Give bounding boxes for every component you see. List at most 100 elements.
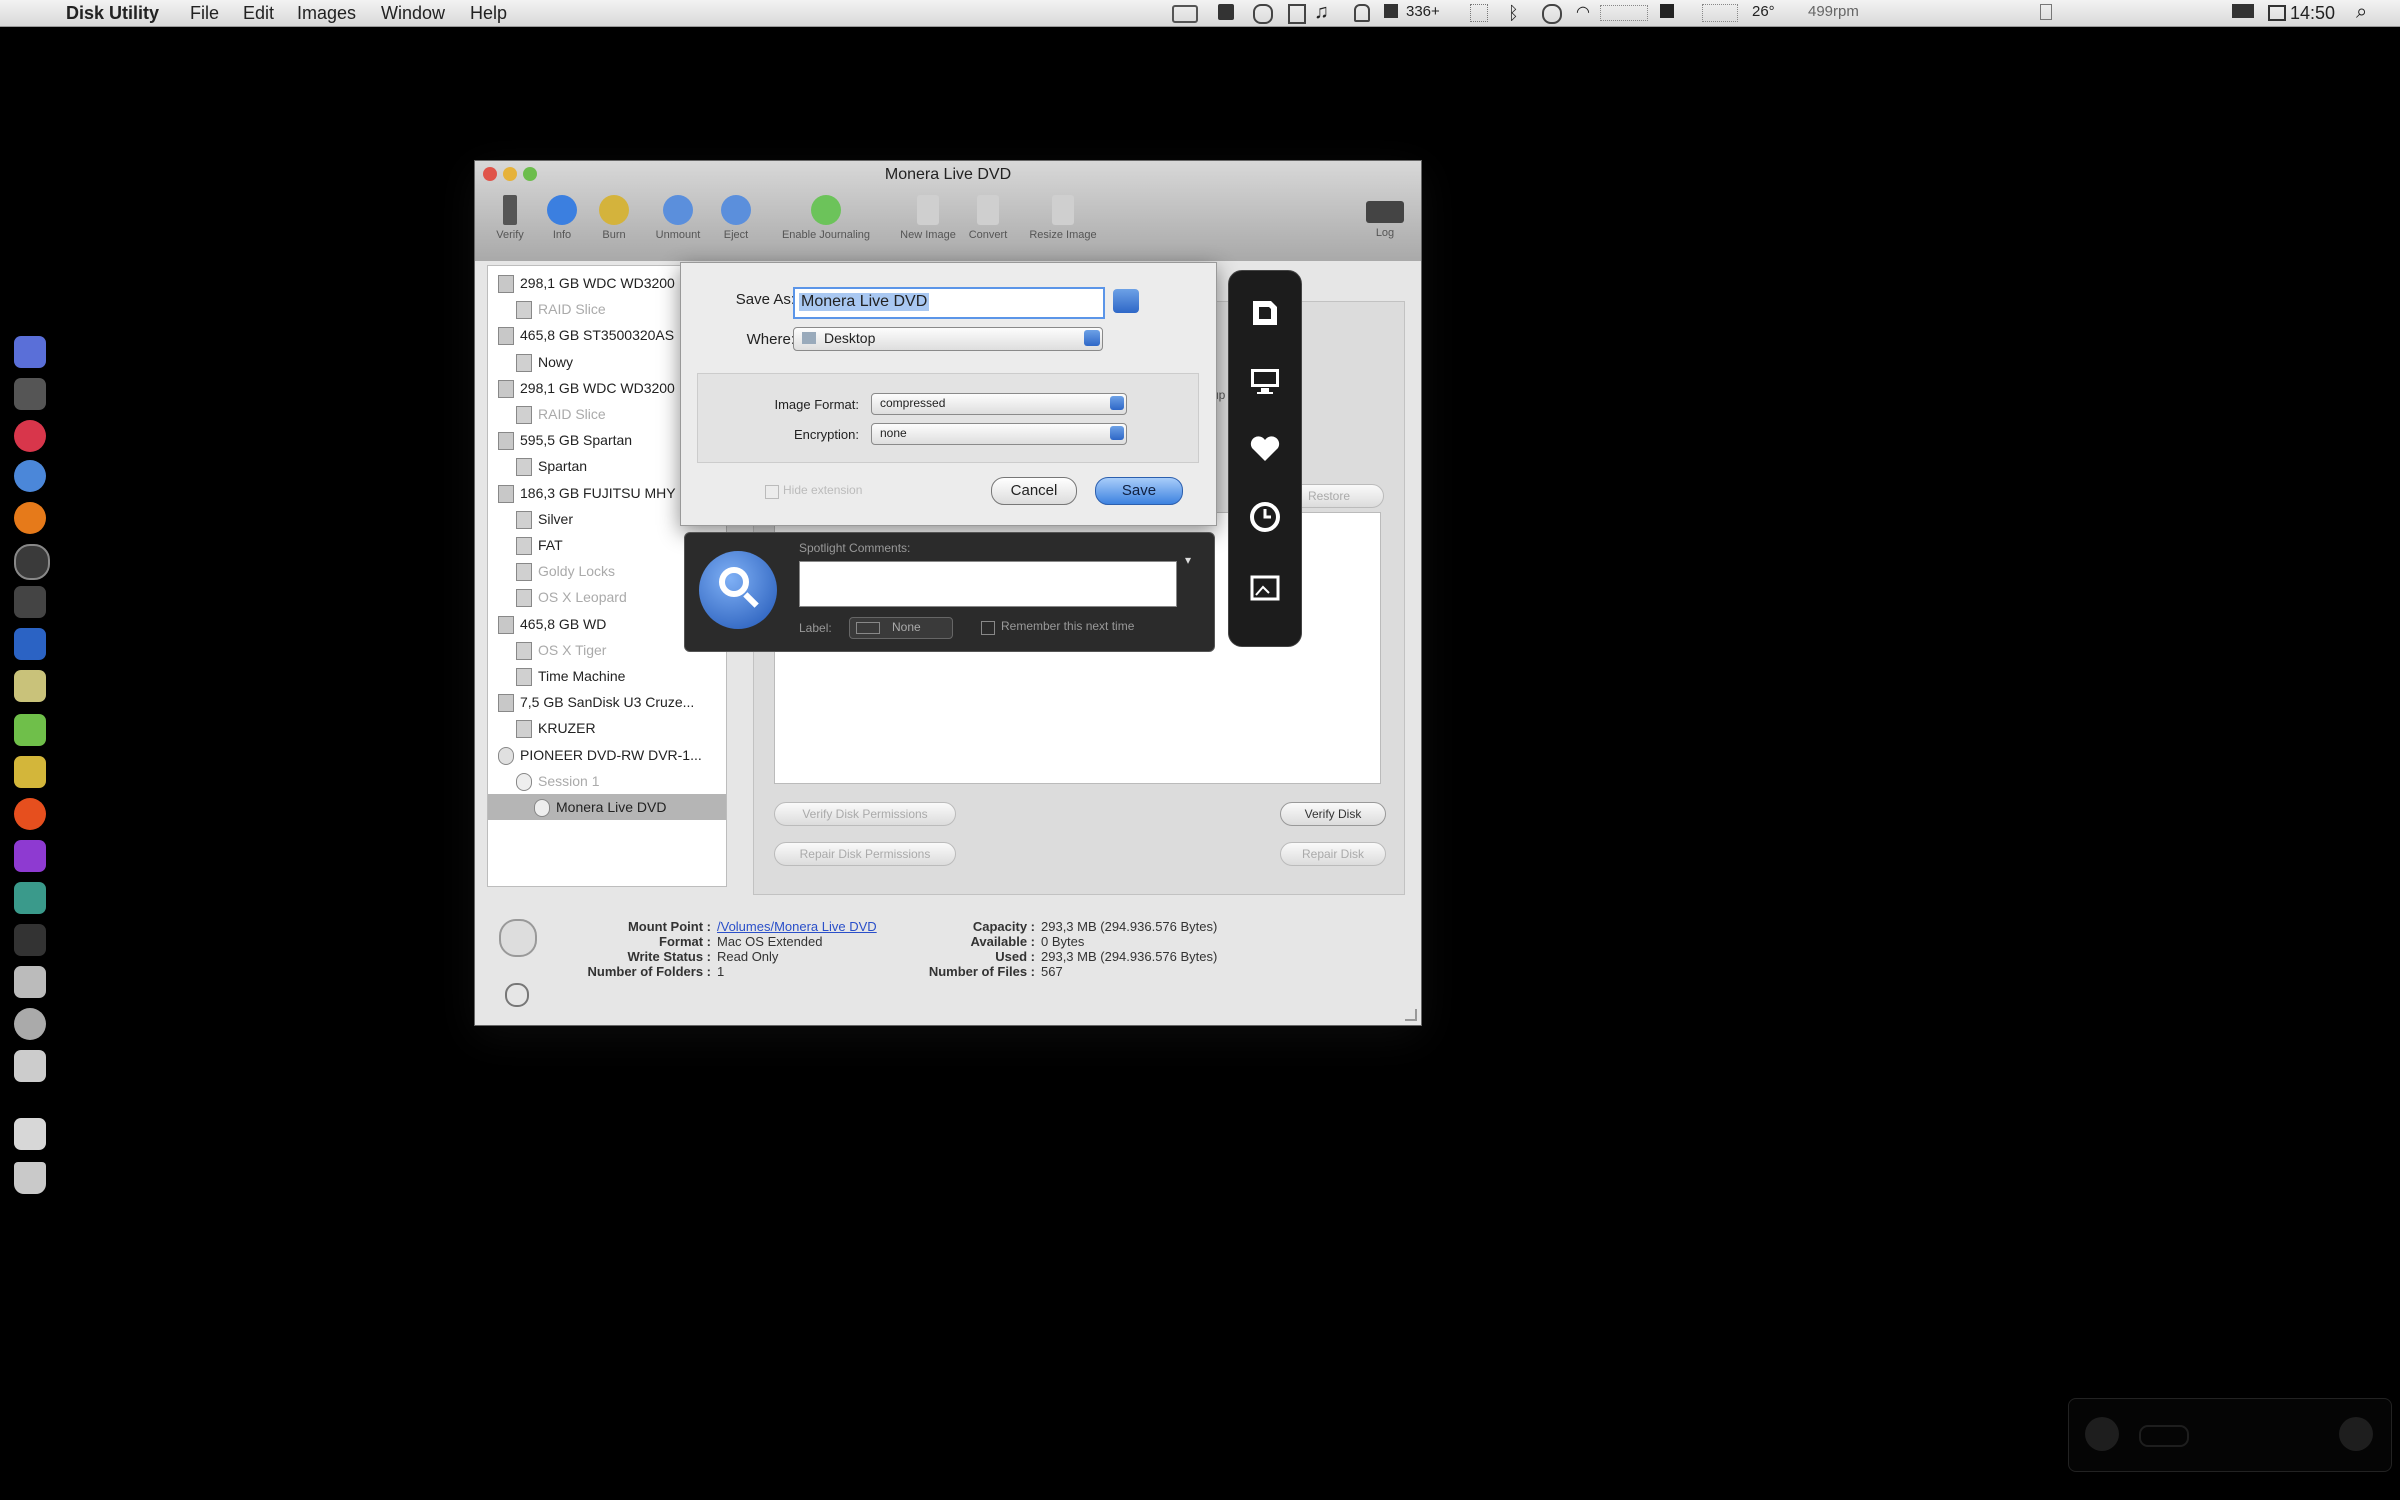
- dock-trash-icon[interactable]: [14, 1162, 46, 1194]
- hud-action-icon[interactable]: [2339, 1417, 2373, 1451]
- document-icon[interactable]: [1247, 295, 1283, 331]
- sidebar-volume-item[interactable]: Time Machine: [488, 663, 726, 689]
- dock-app-icon-11[interactable]: [14, 756, 46, 788]
- repair-disk-button[interactable]: Repair Disk: [1280, 842, 1386, 866]
- mount-point-link[interactable]: /Volumes/Monera Live DVD: [717, 919, 877, 934]
- toolbar-eject[interactable]: Eject: [701, 195, 771, 257]
- app-menu[interactable]: Disk Utility: [66, 3, 159, 24]
- screen-record-icon[interactable]: [1172, 5, 1198, 23]
- expand-dialog-icon[interactable]: [1113, 289, 1139, 313]
- sidebar-volume-item[interactable]: KRUZER: [488, 715, 726, 741]
- toolbar-convert[interactable]: Convert: [953, 195, 1023, 257]
- toolbar-enable-journaling[interactable]: Enable Journaling: [771, 195, 881, 257]
- dock-app-icon-1[interactable]: [14, 336, 46, 368]
- dock-app-icon-2[interactable]: [14, 378, 46, 410]
- dock-photoshop-icon[interactable]: [14, 628, 46, 660]
- dock-app-icon-16[interactable]: [14, 966, 46, 998]
- music-note-icon[interactable]: ♫: [1314, 1, 1329, 24]
- spotlight-comments-field[interactable]: [799, 561, 1177, 607]
- sidebar-disk-item[interactable]: PIONEER DVD-RW DVR-1...: [488, 742, 726, 768]
- help-icon[interactable]: [505, 983, 529, 1007]
- monitor-icon[interactable]: [1470, 4, 1488, 22]
- menu-window[interactable]: Window: [381, 3, 445, 24]
- cpu-meter-icon[interactable]: [1600, 5, 1648, 21]
- sidebar-item-label: OS X Leopard: [538, 589, 627, 606]
- dock-clock-icon[interactable]: [14, 544, 50, 580]
- spotlight-search-icon[interactable]: ⌕: [2356, 1, 2367, 24]
- dock-safari-icon[interactable]: [14, 460, 46, 492]
- toolbar-resize-image[interactable]: Resize Image: [1015, 195, 1111, 257]
- toolbar-burn[interactable]: Burn: [579, 195, 649, 257]
- hard-disk-icon: [498, 327, 514, 346]
- eject-icon: [721, 195, 751, 225]
- where-label: Where:: [746, 331, 795, 348]
- image-format-popup[interactable]: compressed: [871, 393, 1127, 415]
- cancel-button[interactable]: Cancel: [991, 477, 1077, 505]
- dock-app-icon-15[interactable]: [14, 924, 46, 956]
- dock-app-icon-7[interactable]: [14, 586, 46, 618]
- dock-itunes-icon[interactable]: [14, 420, 46, 452]
- battery-icon[interactable]: [2232, 4, 2254, 18]
- remember-checkbox[interactable]: [981, 621, 995, 635]
- dock-app-icon-13[interactable]: [14, 840, 46, 872]
- verify-disk-button[interactable]: Verify Disk: [1280, 802, 1386, 826]
- calendar-icon[interactable]: [2268, 5, 2286, 21]
- hide-extension-checkbox[interactable]: [765, 485, 779, 499]
- clock[interactable]: 14:50: [2290, 3, 2335, 24]
- clipboard-icon[interactable]: [1288, 4, 1306, 24]
- menu-images[interactable]: Images: [297, 3, 356, 24]
- sidebar-item-label: Spartan: [538, 458, 588, 475]
- status-app-icon[interactable]: [1218, 4, 1234, 20]
- label-label: Label:: [799, 621, 832, 635]
- sidebar-item-label: Nowy: [538, 353, 574, 370]
- sidebar-volume-item[interactable]: Session 1: [488, 768, 726, 794]
- dock-app-icon-14[interactable]: [14, 882, 46, 914]
- encryption-popup[interactable]: none: [871, 423, 1127, 445]
- info-row: Write Status : Read Only: [627, 949, 779, 964]
- info-row: Number of Files :567: [928, 964, 1063, 979]
- dock-firefox-icon[interactable]: [14, 502, 46, 534]
- menu-file[interactable]: File: [190, 3, 219, 24]
- hard-disk-icon: [498, 615, 514, 634]
- close-hud-icon[interactable]: [2085, 1417, 2119, 1451]
- hud-toggle-icon[interactable]: [2139, 1425, 2189, 1447]
- menu-edit[interactable]: Edit: [243, 3, 274, 24]
- memory-meter-icon[interactable]: [1702, 4, 1738, 22]
- flag-icon[interactable]: [1660, 4, 1674, 18]
- lock-icon[interactable]: [1354, 4, 1370, 22]
- resize-grip-icon[interactable]: [1405, 1009, 1417, 1021]
- bluetooth-icon[interactable]: ᛒ: [1508, 3, 1519, 24]
- disclosure-arrow-icon[interactable]: ▾: [1185, 553, 1191, 567]
- label-popup[interactable]: None: [849, 617, 953, 639]
- save-button[interactable]: Save: [1095, 477, 1183, 505]
- dropbox-icon[interactable]: [1384, 4, 1398, 18]
- sidebar-volume-item[interactable]: Monera Live DVD: [488, 794, 726, 820]
- save-as-value: Monera Live DVD: [799, 293, 930, 311]
- sidebar-item-label: 7,5 GB SanDisk U3 Cruze...: [520, 694, 695, 711]
- gear-status-icon[interactable]: [1253, 4, 1273, 24]
- toolbar-log[interactable]: Log: [1355, 195, 1415, 257]
- verify-permissions-button[interactable]: Verify Disk Permissions: [774, 802, 956, 826]
- favorites-heart-icon[interactable]: [1247, 431, 1283, 467]
- dashboard-icon[interactable]: [2040, 4, 2052, 20]
- dock-app-icon-9[interactable]: [14, 670, 46, 702]
- fan-readout: 499rpm: [1808, 3, 1859, 20]
- save-as-field[interactable]: Monera Live DVD: [793, 287, 1105, 319]
- dock-app-icon-10[interactable]: [14, 714, 46, 746]
- dock-app-icon-18[interactable]: [14, 1050, 46, 1082]
- sidebar-item-label: FAT: [538, 537, 563, 553]
- recents-clock-icon[interactable]: [1247, 499, 1283, 535]
- menu-help[interactable]: Help: [470, 3, 507, 24]
- dock-app-icon-12[interactable]: [14, 798, 46, 830]
- sidebar-item-label: Goldy Locks: [538, 563, 616, 580]
- sidebar-disk-item[interactable]: 7,5 GB SanDisk U3 Cruze...: [488, 689, 726, 715]
- dock-folder-icon[interactable]: [14, 1118, 46, 1150]
- where-popup[interactable]: Desktop: [793, 327, 1103, 351]
- time-machine-icon[interactable]: [1542, 4, 1562, 24]
- image-viewer-icon[interactable]: [1247, 569, 1283, 605]
- desktop-monitor-icon[interactable]: [1247, 363, 1283, 399]
- log-icon: [1366, 201, 1404, 223]
- dock-app-icon-17[interactable]: [14, 1008, 46, 1040]
- wifi-icon[interactable]: ◠: [1576, 2, 1590, 22]
- repair-permissions-button[interactable]: Repair Disk Permissions: [774, 842, 956, 866]
